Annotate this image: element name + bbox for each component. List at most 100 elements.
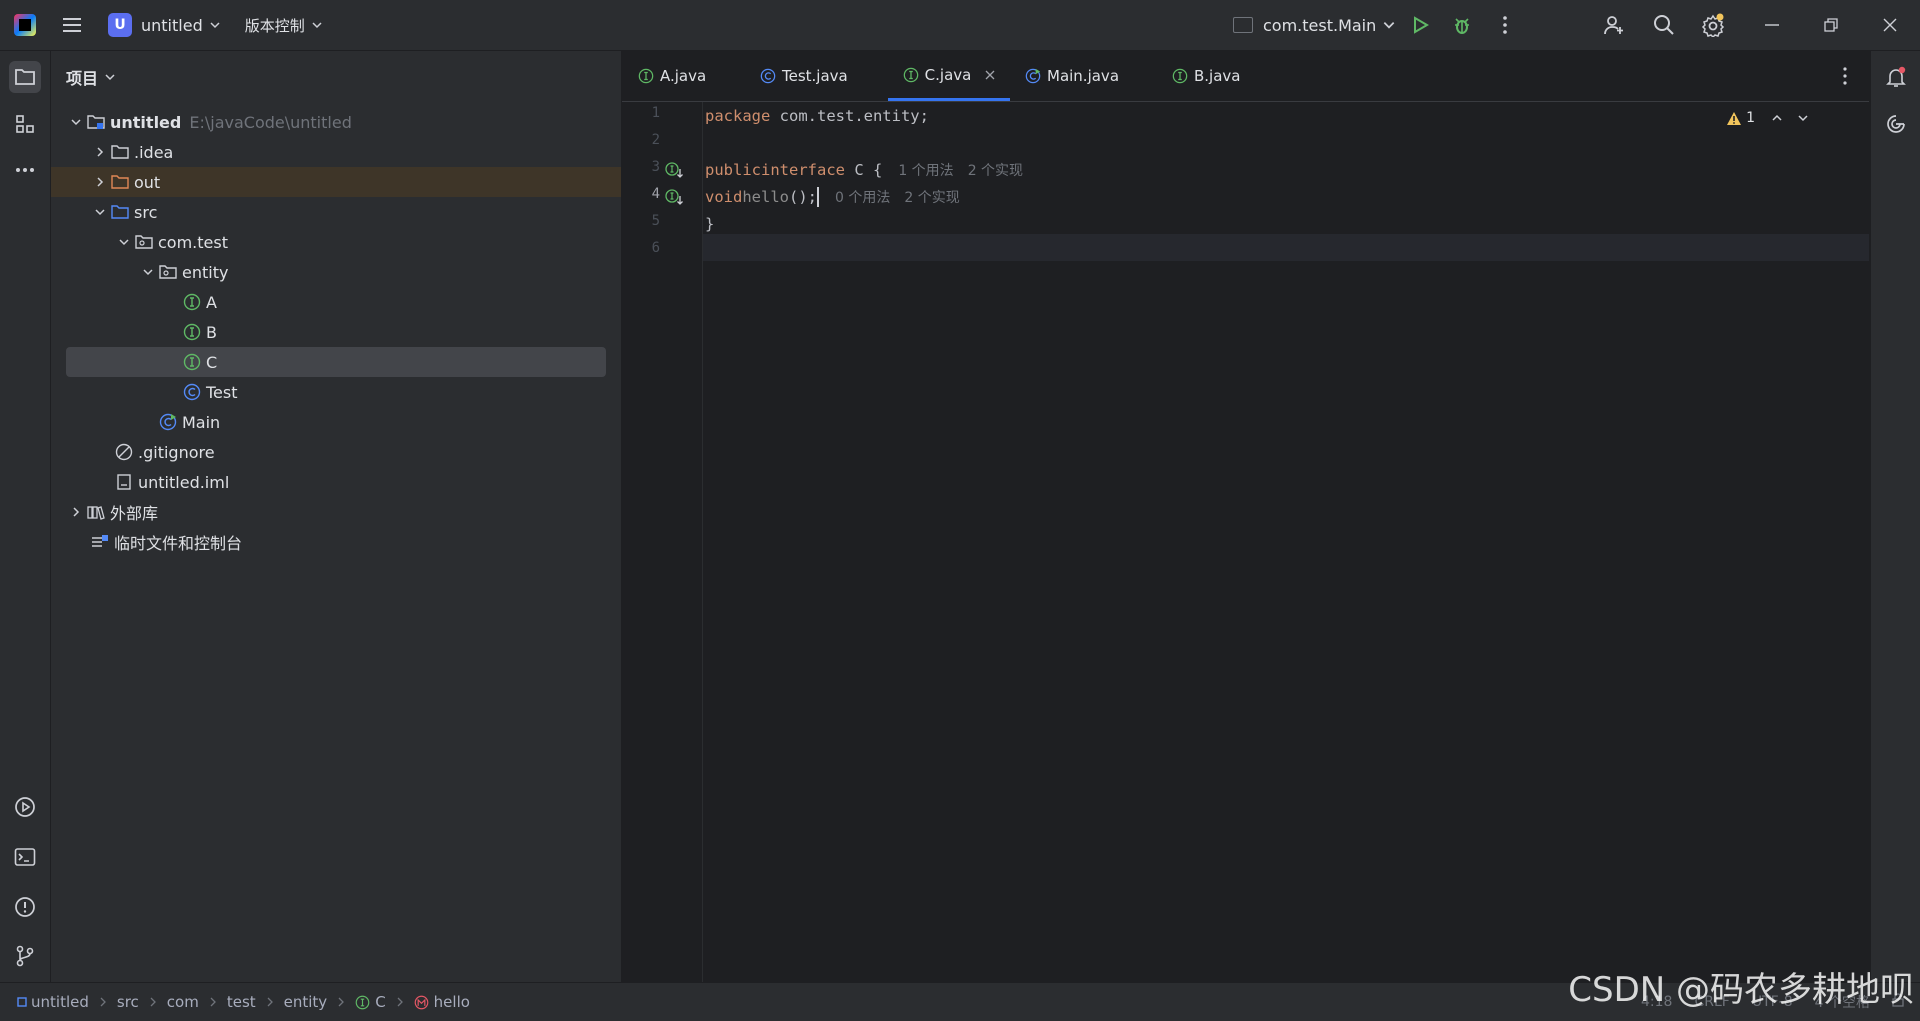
tree-item-c[interactable]: C: [66, 347, 606, 377]
current-line-highlight: [702, 234, 1869, 261]
minimize-icon[interactable]: [1759, 12, 1785, 38]
tree-item-external-libraries[interactable]: 外部库: [51, 497, 621, 527]
tab-b-java[interactable]: B.java: [1172, 51, 1241, 101]
breadcrumb-item[interactable]: untitled: [31, 993, 89, 1011]
title-bar: U untitled 版本控制: [0, 0, 1920, 51]
tree-item-entity[interactable]: entity: [51, 257, 621, 287]
chevron-right-icon[interactable]: [90, 142, 110, 162]
intellij-logo-icon[interactable]: [14, 14, 36, 36]
run-configuration-selector[interactable]: com.test.Main: [1233, 0, 1396, 50]
tree-item-untitled[interactable]: untitled E:\javaCode\untitled: [51, 107, 621, 137]
tab-label: C.java: [924, 65, 972, 84]
chevron-right-icon[interactable]: [66, 502, 86, 522]
tree-item-com-test[interactable]: com.test: [51, 227, 621, 257]
breadcrumb-item[interactable]: test: [227, 993, 256, 1011]
project-folder-icon[interactable]: [9, 61, 41, 93]
tree-label: out: [134, 172, 161, 192]
project-panel-header[interactable]: 项目: [66, 65, 116, 89]
tab-a-java[interactable]: A.java: [638, 51, 706, 101]
project-badge[interactable]: U: [108, 13, 132, 37]
tree-item-b[interactable]: B: [51, 317, 621, 347]
breadcrumb-item[interactable]: entity: [284, 993, 328, 1011]
tree-label: 临时文件和控制台: [114, 534, 243, 553]
chevron-down-icon: [209, 19, 221, 31]
tree-item-idea[interactable]: .idea: [51, 137, 621, 167]
breadcrumb-item[interactable]: src: [117, 993, 139, 1011]
keyword: public: [705, 160, 761, 179]
add-user-icon[interactable]: [1601, 12, 1627, 38]
search-icon[interactable]: [1651, 12, 1677, 38]
usages-inlay-hint[interactable]: 0 个用法: [835, 187, 890, 207]
interface-icon: [638, 68, 654, 84]
tab-label: B.java: [1194, 67, 1241, 85]
implementations-inlay-hint[interactable]: 2 个实现: [904, 187, 959, 207]
project-name[interactable]: untitled: [141, 16, 203, 35]
interface-icon: [182, 292, 202, 312]
tree-item-a[interactable]: A: [51, 287, 621, 317]
code-line-3[interactable]: public interface C {1 个用法 2 个实现: [705, 156, 1023, 183]
git-branch-icon[interactable]: [9, 940, 41, 972]
problems-icon[interactable]: [9, 891, 41, 923]
tree-item-src[interactable]: src: [51, 197, 621, 227]
breadcrumb-item[interactable]: hello: [434, 993, 470, 1011]
terminal-icon[interactable]: [9, 841, 41, 873]
settings-gear-icon[interactable]: [1700, 12, 1726, 38]
tree-item-scratches[interactable]: 临时文件和控制台: [51, 527, 621, 557]
tab-test-java[interactable]: Test.java: [760, 51, 848, 101]
chevron-right-icon[interactable]: [90, 172, 110, 192]
watermark: CSDN @码农多耕地呗: [1568, 970, 1914, 1010]
tree-label: 外部库: [110, 504, 159, 523]
notifications-bell-icon[interactable]: [1880, 61, 1912, 93]
right-tool-window-bar: [1870, 51, 1920, 982]
close-tab-icon[interactable]: [985, 70, 995, 80]
library-icon: [86, 502, 106, 522]
implemented-gutter-icon[interactable]: [665, 161, 685, 179]
restore-icon[interactable]: [1818, 12, 1844, 38]
implemented-gutter-icon[interactable]: [665, 188, 685, 206]
interface-icon: [1172, 68, 1188, 84]
implementations-inlay-hint[interactable]: 2 个实现: [968, 160, 1023, 180]
tree-item-main[interactable]: Main: [51, 407, 621, 437]
chevron-down-icon[interactable]: [1797, 112, 1809, 124]
tree-label: src: [134, 202, 158, 222]
package-icon: [158, 262, 178, 282]
module-folder-icon: [86, 112, 106, 132]
usages-inlay-hint[interactable]: 1 个用法: [898, 160, 953, 180]
code-line-4[interactable]: void hello (); 0 个用法 2 个实现: [705, 183, 960, 210]
services-run-icon[interactable]: [9, 791, 41, 823]
tab-main-java[interactable]: Main.java: [1025, 51, 1119, 101]
chevron-down-icon[interactable]: [66, 112, 86, 132]
tree-item-gitignore[interactable]: .gitignore: [51, 437, 621, 467]
tab-options-icon[interactable]: [1842, 51, 1848, 101]
chevron-down-icon[interactable]: [138, 262, 158, 282]
tree-item-out[interactable]: out: [51, 167, 621, 197]
close-icon[interactable]: [1877, 12, 1903, 38]
debug-icon[interactable]: [1449, 12, 1475, 38]
tree-label: Main: [182, 412, 221, 432]
inspection-widget[interactable]: 1: [1726, 110, 1809, 126]
package-icon: [134, 232, 154, 252]
ignore-file-icon: [114, 442, 134, 462]
chevron-down-icon[interactable]: [90, 202, 110, 222]
tab-c-java[interactable]: C.java: [888, 51, 1010, 101]
tree-item-untitled-iml[interactable]: untitled.iml: [51, 467, 621, 497]
runnable-class-icon: [1025, 68, 1041, 84]
keyword: interface: [761, 160, 845, 179]
tree-item-test[interactable]: Test: [51, 377, 621, 407]
ai-assistant-icon[interactable]: [1880, 108, 1912, 140]
main-menu-icon[interactable]: [60, 13, 84, 37]
chevron-down-icon[interactable]: [114, 232, 134, 252]
chevron-up-icon[interactable]: [1771, 112, 1783, 124]
structure-icon[interactable]: [9, 108, 41, 140]
code-line-5[interactable]: }: [705, 210, 714, 237]
code-line-1[interactable]: package com.test.entity;: [705, 102, 929, 129]
breadcrumb-item[interactable]: C: [375, 993, 385, 1011]
breadcrumb-item[interactable]: com: [167, 993, 199, 1011]
vcs-menu[interactable]: 版本控制: [245, 15, 305, 36]
code-text: }: [705, 214, 715, 233]
run-config-icon: [1233, 17, 1253, 33]
run-icon[interactable]: [1407, 12, 1433, 38]
more-actions-icon[interactable]: [1492, 12, 1518, 38]
keyword: void: [705, 187, 743, 206]
more-tool-windows-icon[interactable]: [9, 154, 41, 186]
